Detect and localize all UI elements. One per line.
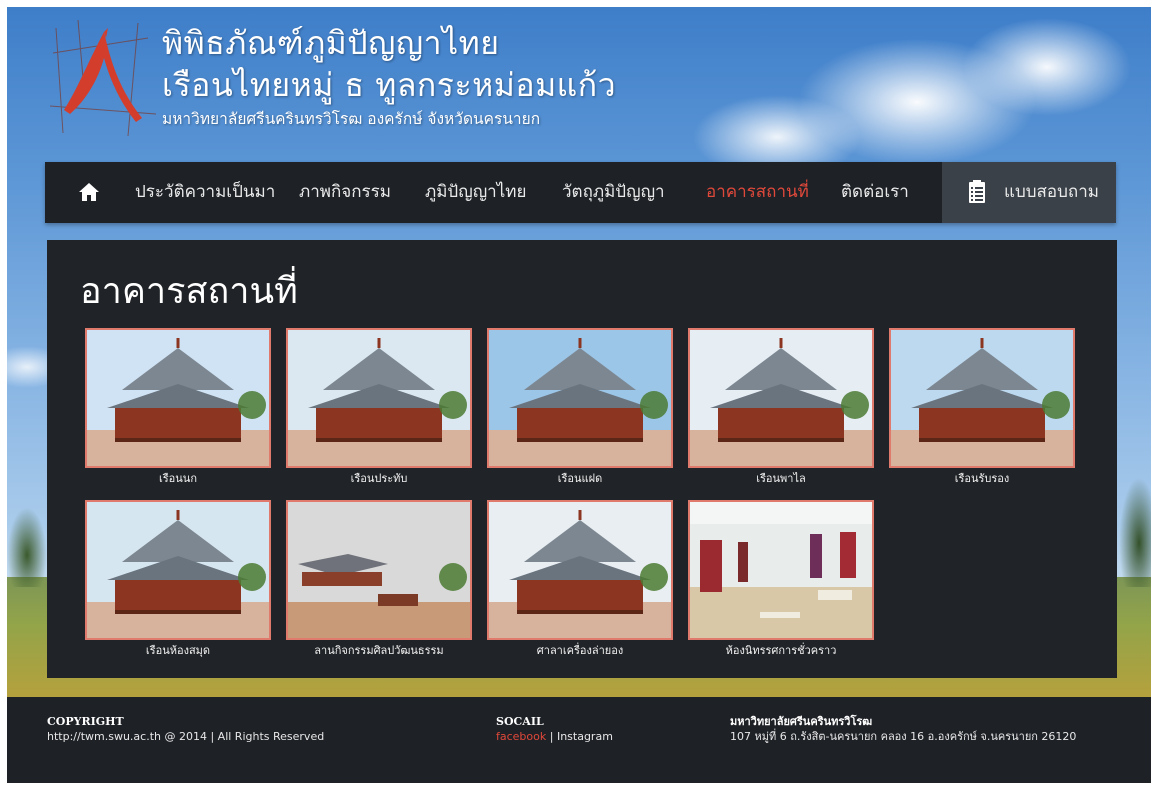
brand-block: พิพิธภัณฑ์ภูมิปัญญาไทย เรือนไทยหมู่ ธ ทู…: [162, 22, 616, 132]
footer-social: SOCAIL facebook | Instagram: [496, 714, 613, 744]
nav-item-history[interactable]: ประวัติความเป็นมา: [135, 162, 275, 223]
footer-address-text: 107 หมู่ที่ 6 ถ.รังสิต-นครนายก คลอง 16 อ…: [730, 730, 1077, 743]
footer-copyright: COPYRIGHT http://twm.swu.ac.th @ 2014 | …: [47, 714, 324, 744]
gallery-caption[interactable]: ศาลาเครื่องล่ายอง: [487, 644, 673, 658]
gallery-card-house-residence[interactable]: เรือนประทับ: [286, 328, 472, 488]
gallery-thumbnail[interactable]: [85, 500, 271, 640]
gallery-caption[interactable]: ห้องนิทรรศการชั่วคราว: [688, 644, 874, 658]
gallery-thumbnail[interactable]: [85, 328, 271, 468]
home-icon[interactable]: [78, 181, 100, 203]
page-title: อาคารสถานที่: [80, 271, 298, 312]
site-logo[interactable]: [48, 18, 158, 138]
clipboard-list-icon: [968, 180, 986, 204]
gallery-caption[interactable]: เรือนแฝด: [487, 472, 673, 486]
gallery-card-house-library[interactable]: เรือนห้องสมุด: [85, 500, 271, 660]
gallery-card-courtyard-culture[interactable]: ลานกิจกรรมศิลปวัฒนธรรม: [286, 500, 472, 660]
nav-item-survey[interactable]: แบบสอบถาม: [942, 162, 1116, 223]
nav-survey-label: แบบสอบถาม: [1004, 182, 1099, 202]
nav-item-buildings[interactable]: อาคารสถานที่: [706, 162, 809, 223]
gallery-card-exhibition-room[interactable]: ห้องนิทรรศการชั่วคราว: [688, 500, 874, 660]
brand-title: พิพิธภัณฑ์ภูมิปัญญาไทย: [162, 24, 500, 62]
brand-tagline: มหาวิทยาลัยศรีนครินทรวิโรฒ องครักษ์ จังห…: [162, 110, 541, 128]
nav-item-wisdom-objects[interactable]: วัตถุภูมิปัญญา: [562, 162, 665, 223]
gallery-card-house-twin[interactable]: เรือนแฝด: [487, 328, 673, 488]
facebook-link[interactable]: facebook: [496, 730, 546, 743]
gallery-caption[interactable]: เรือนห้องสมุด: [85, 644, 271, 658]
gallery-thumbnail[interactable]: [688, 328, 874, 468]
main-navbar: ประวัติความเป็นมา ภาพกิจกรรม ภูมิปัญญาไท…: [45, 162, 1116, 223]
footer-address: มหาวิทยาลัยศรีนครินทรวิโรฒ 107 หมู่ที่ 6…: [730, 714, 1076, 744]
footer-copyright-heading: COPYRIGHT: [47, 715, 124, 728]
footer-social-separator: |: [546, 730, 557, 743]
site-footer: COPYRIGHT http://twm.swu.ac.th @ 2014 | …: [7, 697, 1151, 783]
gallery-caption[interactable]: เรือนพาไล: [688, 472, 874, 486]
gallery-card-house-bird[interactable]: เรือนนก: [85, 328, 271, 488]
gallery-thumbnail[interactable]: [286, 500, 472, 640]
instagram-link[interactable]: Instagram: [557, 730, 613, 743]
nav-item-contact[interactable]: ติดต่อเรา: [841, 162, 909, 223]
gallery-caption[interactable]: เรือนประทับ: [286, 472, 472, 486]
footer-copyright-text: http://twm.swu.ac.th @ 2014 | All Rights…: [47, 730, 325, 743]
footer-social-heading: SOCAIL: [496, 715, 544, 728]
brand-subtitle: เรือนไทยหมู่ ธ ทูลกระหม่อมแก้ว: [162, 66, 617, 104]
gallery-thumbnail[interactable]: [688, 500, 874, 640]
gallery-thumbnail[interactable]: [487, 500, 673, 640]
tree-right: [1119, 477, 1151, 587]
gallery-card-pavilion-music[interactable]: ศาลาเครื่องล่ายอง: [487, 500, 673, 660]
nav-item-thai-wisdom[interactable]: ภูมิปัญญาไทย: [425, 162, 526, 223]
gallery-caption[interactable]: เรือนนก: [85, 472, 271, 486]
tree-left: [7, 507, 47, 587]
gallery-caption[interactable]: ลานกิจกรรมศิลปวัฒนธรรม: [286, 644, 472, 658]
nav-item-activities[interactable]: ภาพกิจกรรม: [299, 162, 391, 223]
content-panel: อาคารสถานที่ เรือนนก เรือนประทับ เรือนแฝดเ…: [47, 240, 1117, 678]
gallery-caption[interactable]: เรือนรับรอง: [889, 472, 1075, 486]
gallery-card-house-reception[interactable]: เรือนรับรอง: [889, 328, 1075, 488]
gallery-thumbnail[interactable]: [286, 328, 472, 468]
footer-address-heading: มหาวิทยาลัยศรีนครินทรวิโรฒ: [730, 715, 873, 728]
gallery-thumbnail[interactable]: [487, 328, 673, 468]
gallery-card-house-palai[interactable]: เรือนพาไล: [688, 328, 874, 488]
gallery-thumbnail[interactable]: [889, 328, 1075, 468]
